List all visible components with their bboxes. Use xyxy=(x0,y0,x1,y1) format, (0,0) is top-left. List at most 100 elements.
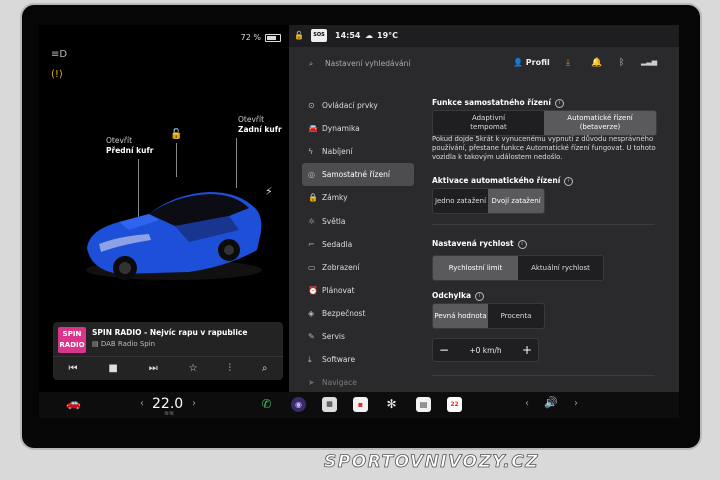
menu-item-toggle[interactable]: ⊙ Ovládací prvky xyxy=(302,94,414,117)
unlock-icon[interactable]: 🔓 xyxy=(170,129,182,140)
profile-button[interactable]: 👤 Profil xyxy=(513,58,550,67)
seat-heat-icon[interactable]: ≋≋ xyxy=(164,410,174,417)
logo-text-1: SPIN xyxy=(62,330,82,338)
bluetooth-icon[interactable]: ᛒ xyxy=(619,58,624,68)
lock-icon: 🔒 xyxy=(308,193,318,203)
sos-badge[interactable]: SOS xyxy=(311,29,327,42)
menu-item-lock[interactable]: 🔒 Zámky xyxy=(302,186,414,209)
rear-trunk-action: Otevřít xyxy=(238,115,265,124)
offset-stepper: − +0 km/h + xyxy=(432,338,539,362)
option-adaptive-cruise[interactable]: Adaptivní tempomat xyxy=(433,111,544,135)
next-icon[interactable]: ⏭ xyxy=(149,363,158,374)
notification-icon[interactable]: 🔔 xyxy=(591,58,602,68)
car-icon: 🚘 xyxy=(308,124,318,134)
navigation-icon: ➤ xyxy=(308,378,315,388)
menu-item-label: Sedadla xyxy=(322,239,353,249)
menu-item-clock[interactable]: ⏰ Plánovat xyxy=(302,279,414,302)
steering-icon: ◎ xyxy=(308,170,315,180)
menu-item-label: Bezpečnost xyxy=(322,308,366,318)
option-speed-limit[interactable]: Rychlostní limit xyxy=(433,256,518,280)
download-icon[interactable]: ⤓ xyxy=(566,58,570,68)
station-logo: SPIN RADIO xyxy=(58,327,86,353)
front-trunk-action: Otevřít xyxy=(106,136,133,145)
option-current-speed[interactable]: Aktuální rychlost xyxy=(518,256,603,280)
menu-item-label: Samostatné řízení xyxy=(322,170,390,180)
info-icon[interactable]: i xyxy=(517,240,527,249)
option-single-pull[interactable]: Jedno zatažení xyxy=(433,189,488,213)
front-trunk-label: Přední kufr xyxy=(106,146,154,155)
menu-item-label: Plánovat xyxy=(322,285,355,295)
battery-icon xyxy=(265,33,281,42)
car-panel: ≡D (!) 72 % Otevřít Přední kufr Otevřít … xyxy=(39,25,289,392)
touchscreen: ≡D (!) 72 % Otevřít Přední kufr Otevřít … xyxy=(39,25,679,392)
decrease-button[interactable]: − xyxy=(439,343,449,357)
opt-tempomat-2: tempomat xyxy=(470,123,507,131)
equalizer-icon[interactable]: ⫶ xyxy=(229,363,232,374)
info-icon[interactable]: i xyxy=(475,292,485,301)
menu-item-shield[interactable]: ◈ Bezpečnost xyxy=(302,302,414,325)
calendar-icon[interactable]: 22 xyxy=(447,397,462,412)
option-fixed-value[interactable]: Pevná hodnota xyxy=(433,304,488,328)
menu-item-display[interactable]: ▭ Zobrazení xyxy=(302,256,414,279)
info-icon[interactable]: i xyxy=(554,99,564,108)
menu-item-car[interactable]: 🚘 Dynamika xyxy=(302,117,414,140)
speed-title-text: Nastavená rychlost xyxy=(432,239,514,248)
prev-icon[interactable]: ⏮ xyxy=(68,363,77,374)
offset-value: +0 km/h xyxy=(469,345,502,355)
toybox-icon[interactable]: ▦ xyxy=(322,397,337,412)
light-icon: ☼ xyxy=(308,216,316,226)
menu-item-label: Navigace xyxy=(322,378,357,388)
star-icon[interactable]: ☆ xyxy=(189,363,198,374)
strike-note: Pokud dojde 5krát k vynucenému vypnutí z… xyxy=(432,135,656,161)
car-icon[interactable]: 🚗 xyxy=(66,396,81,410)
features-title: Funkce samostatného řízení i xyxy=(432,98,564,108)
menu-item-label: Zobrazení xyxy=(322,262,360,272)
notes-icon[interactable]: ▤ xyxy=(416,397,431,412)
info-icon[interactable]: i xyxy=(564,177,574,186)
features-selector: Adaptivní tempomat Automatické řízení (bet… xyxy=(432,110,657,136)
increase-button[interactable]: + xyxy=(522,343,532,357)
wrench-icon: ✎ xyxy=(308,331,315,341)
activation-title-text: Aktivace automatického řízení xyxy=(432,176,561,185)
volume-down-arrow[interactable]: ‹ xyxy=(525,398,529,409)
option-autosteer[interactable]: Automatické řízení (betaverze) xyxy=(544,111,656,135)
settings-menu: ⊙ Ovládací prvky 🚘 Dynamika ϟ Nabíjení ◎ Samost… xyxy=(302,94,414,392)
tire-pressure-icon: (!) xyxy=(51,69,63,80)
front-trunk-button[interactable]: Otevřít Přední kufr xyxy=(106,136,153,156)
search-input[interactable]: Nastavení vyhledávání xyxy=(325,59,410,68)
features-title-text: Funkce samostatného řízení xyxy=(432,98,551,107)
temp-up-arrow[interactable]: › xyxy=(192,398,196,409)
search-icon[interactable]: ⌕ xyxy=(262,363,268,374)
stop-icon[interactable]: ■ xyxy=(108,363,117,374)
menu-item-wrench[interactable]: ✎ Servis xyxy=(302,325,414,348)
menu-item-navigation[interactable]: ➤ Navigace xyxy=(302,371,414,392)
camera-icon[interactable]: ◉ xyxy=(291,397,306,412)
temp-down-arrow[interactable]: ‹ xyxy=(140,398,144,409)
shield-icon: ◈ xyxy=(308,308,315,318)
menu-item-steering[interactable]: ◎ Samostatné řízení xyxy=(302,163,414,187)
menu-item-light[interactable]: ☼ Světla xyxy=(302,209,414,232)
fan-icon[interactable]: ✻ xyxy=(384,397,399,412)
offset-title: Odchylka i xyxy=(432,291,485,301)
menu-item-seat[interactable]: ⌐ Sedadla xyxy=(302,233,414,256)
option-double-pull[interactable]: Dvojí zatažení xyxy=(488,189,544,213)
phone-icon[interactable]: ✆ xyxy=(259,397,274,412)
menu-item-label: Zámky xyxy=(322,193,348,203)
activation-selector: Jedno zatažení Dvojí zatažení xyxy=(432,188,545,214)
menu-item-bolt[interactable]: ϟ Nabíjení xyxy=(302,140,414,163)
menu-item-download[interactable]: ⤓ Software xyxy=(302,348,414,371)
signal-icon: ▂▃▅ xyxy=(641,58,658,66)
media-player[interactable]: SPIN RADIO SPIN RADIO - Nejvíc rapu v ra… xyxy=(53,322,283,380)
search-icon: ⌕ xyxy=(309,59,314,68)
offset-selector: Pevná hodnota Procenta xyxy=(432,303,545,329)
option-percent[interactable]: Procenta xyxy=(488,304,544,328)
toggle-icon: ⊙ xyxy=(308,101,315,111)
settings-panel: 🔓 SOS 14:54 ☁ 19°C ⌕ Nastavení vyhledává… xyxy=(289,25,679,392)
app-launcher-icon[interactable]: ▪ xyxy=(353,397,368,412)
volume-icon[interactable]: 🔊 xyxy=(544,396,558,409)
taskbar: 🚗 ‹ 22.0 › ≋≋ ✆ ◉ ▦ ▪ ✻ ▤ 22 ‹ 🔊 › xyxy=(39,392,679,418)
rear-trunk-button[interactable]: Otevřít Zadní kufr xyxy=(238,115,282,135)
volume-up-arrow[interactable]: › xyxy=(574,398,578,409)
lock-status-icon[interactable]: 🔓 xyxy=(294,31,304,40)
opt-tempomat-1: Adaptivní xyxy=(471,114,506,122)
